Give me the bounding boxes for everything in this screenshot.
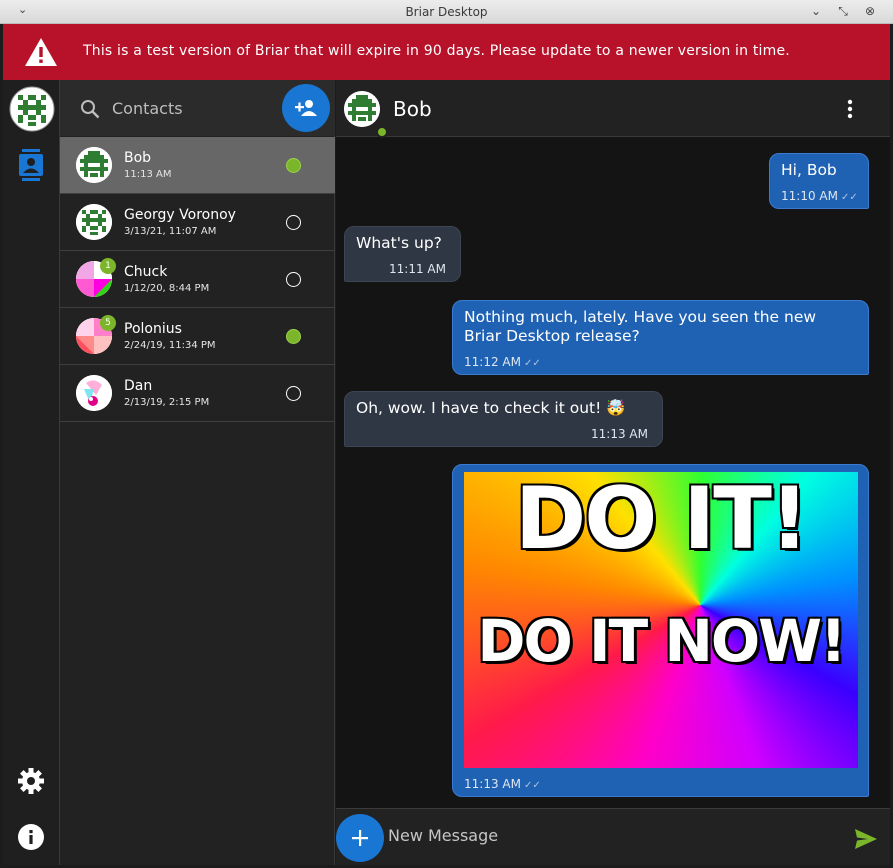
attach-button[interactable] bbox=[336, 814, 384, 862]
contact-item-bob[interactable]: Bob 11:13 AM bbox=[60, 137, 335, 194]
settings-gear-icon[interactable] bbox=[17, 767, 45, 795]
contact-last-activity: 1/12/20, 8:44 PM bbox=[124, 283, 210, 294]
contact-name: Dan bbox=[124, 378, 153, 394]
online-status-indicator bbox=[376, 126, 388, 138]
conversation-panel: Bob Hi, Bob 11:10 AM ✓✓ What's up? 11:11 … bbox=[336, 80, 890, 865]
contact-avatar[interactable] bbox=[344, 91, 388, 138]
online-status-indicator bbox=[286, 329, 301, 344]
send-icon[interactable] bbox=[854, 828, 878, 850]
contact-list-panel: Contacts Bob 11:13 AM Georgy Voronoy 3/1… bbox=[60, 80, 335, 865]
avatar bbox=[76, 147, 112, 183]
plus-icon bbox=[352, 830, 368, 846]
message-outgoing-image[interactable]: DO IT! DO IT NOW! 11:13 AM ✓✓ bbox=[452, 464, 869, 797]
minimize-icon[interactable]: ⌄ bbox=[808, 3, 824, 19]
message-time: 11:13 AM bbox=[464, 777, 521, 791]
conversation-header: Bob bbox=[336, 80, 890, 138]
conversation-contact-name: Bob bbox=[393, 97, 432, 121]
contact-name: Polonius bbox=[124, 321, 182, 337]
contact-name: Bob bbox=[124, 150, 152, 166]
offline-status-indicator bbox=[286, 215, 301, 230]
contact-last-activity: 3/13/21, 11:07 AM bbox=[124, 226, 217, 237]
contacts-icon[interactable] bbox=[16, 148, 46, 182]
message-meta: 11:10 AM ✓✓ bbox=[781, 187, 858, 207]
message-time: 11:10 AM bbox=[781, 189, 838, 203]
offline-status-indicator bbox=[286, 386, 301, 401]
contact-name: Chuck bbox=[124, 264, 168, 280]
contact-item-georgy-voronoy[interactable]: Georgy Voronoy 3/13/21, 11:07 AM bbox=[60, 194, 335, 251]
info-icon[interactable] bbox=[17, 823, 45, 851]
expiry-warning-banner: This is a test version of Briar that wil… bbox=[3, 24, 890, 80]
contact-name: Georgy Voronoy bbox=[124, 207, 236, 223]
contact-item-chuck[interactable]: 1 Chuck 1/12/20, 8:44 PM bbox=[60, 251, 335, 308]
delivered-ticks-icon: ✓✓ bbox=[523, 780, 541, 791]
banner-text: This is a test version of Briar that wil… bbox=[83, 43, 790, 59]
contact-last-activity: 2/13/19, 2:15 PM bbox=[124, 397, 210, 408]
more-options-icon[interactable] bbox=[840, 98, 860, 120]
message-outgoing[interactable]: Hi, Bob 11:10 AM ✓✓ bbox=[769, 153, 869, 209]
message-text-line-2: Briar Desktop release? bbox=[464, 327, 640, 345]
avatar bbox=[76, 204, 112, 240]
meme-text-line-1: DO IT! bbox=[513, 472, 810, 569]
add-contact-button[interactable] bbox=[282, 84, 330, 132]
offline-status-indicator bbox=[286, 272, 301, 287]
warning-icon bbox=[25, 38, 57, 66]
unread-count-badge: 1 bbox=[100, 258, 116, 274]
delivered-ticks-icon: ✓✓ bbox=[840, 192, 858, 203]
contact-item-dan[interactable]: Dan 2/13/19, 2:15 PM bbox=[60, 365, 335, 422]
message-text-line-1: Nothing much, lately. Have you seen the … bbox=[464, 308, 817, 326]
message-meta: 11:13 AM ✓✓ bbox=[464, 775, 541, 795]
message-incoming[interactable]: What's up? 11:11 AM bbox=[344, 226, 461, 282]
meme-image[interactable]: DO IT! DO IT NOW! bbox=[464, 472, 858, 768]
message-outgoing[interactable]: Nothing much, lately. Have you seen the … bbox=[452, 300, 869, 375]
message-text: What's up? bbox=[356, 234, 442, 252]
online-status-indicator bbox=[286, 158, 301, 173]
message-time: 11:11 AM bbox=[389, 262, 446, 276]
unread-count-badge: 5 bbox=[100, 315, 116, 331]
meme-text-line-2: DO IT NOW! bbox=[476, 607, 848, 675]
message-text: Hi, Bob bbox=[781, 161, 837, 179]
message-input[interactable]: New Message bbox=[388, 826, 498, 845]
contact-item-polonius[interactable]: 5 Polonius 2/24/19, 11:34 PM bbox=[60, 308, 335, 365]
message-text: Oh, wow. I have to check it out! 🤯 bbox=[356, 399, 626, 417]
search-input[interactable]: Contacts bbox=[112, 99, 183, 118]
restore-icon[interactable]: ⤡ bbox=[835, 3, 851, 19]
message-meta: 11:12 AM ✓✓ bbox=[464, 353, 541, 373]
delivered-ticks-icon: ✓✓ bbox=[523, 358, 541, 369]
window-title: Briar Desktop bbox=[405, 5, 488, 19]
message-incoming[interactable]: Oh, wow. I have to check it out! 🤯 11:13… bbox=[344, 391, 663, 447]
message-composer: New Message bbox=[336, 808, 890, 865]
navigation-rail bbox=[3, 80, 60, 865]
message-time: 11:12 AM bbox=[464, 355, 521, 369]
profile-avatar[interactable] bbox=[9, 86, 55, 132]
close-icon[interactable]: ⊗ bbox=[862, 3, 878, 19]
message-time: 11:13 AM bbox=[591, 427, 648, 441]
add-person-icon bbox=[295, 100, 317, 116]
contact-last-activity: 2/24/19, 11:34 PM bbox=[124, 340, 216, 351]
search-icon bbox=[81, 100, 100, 119]
contact-last-activity: 11:13 AM bbox=[124, 169, 172, 180]
avatar bbox=[76, 375, 112, 411]
window-titlebar: ⌄ Briar Desktop ⌄ ⤡ ⊗ bbox=[0, 0, 893, 24]
